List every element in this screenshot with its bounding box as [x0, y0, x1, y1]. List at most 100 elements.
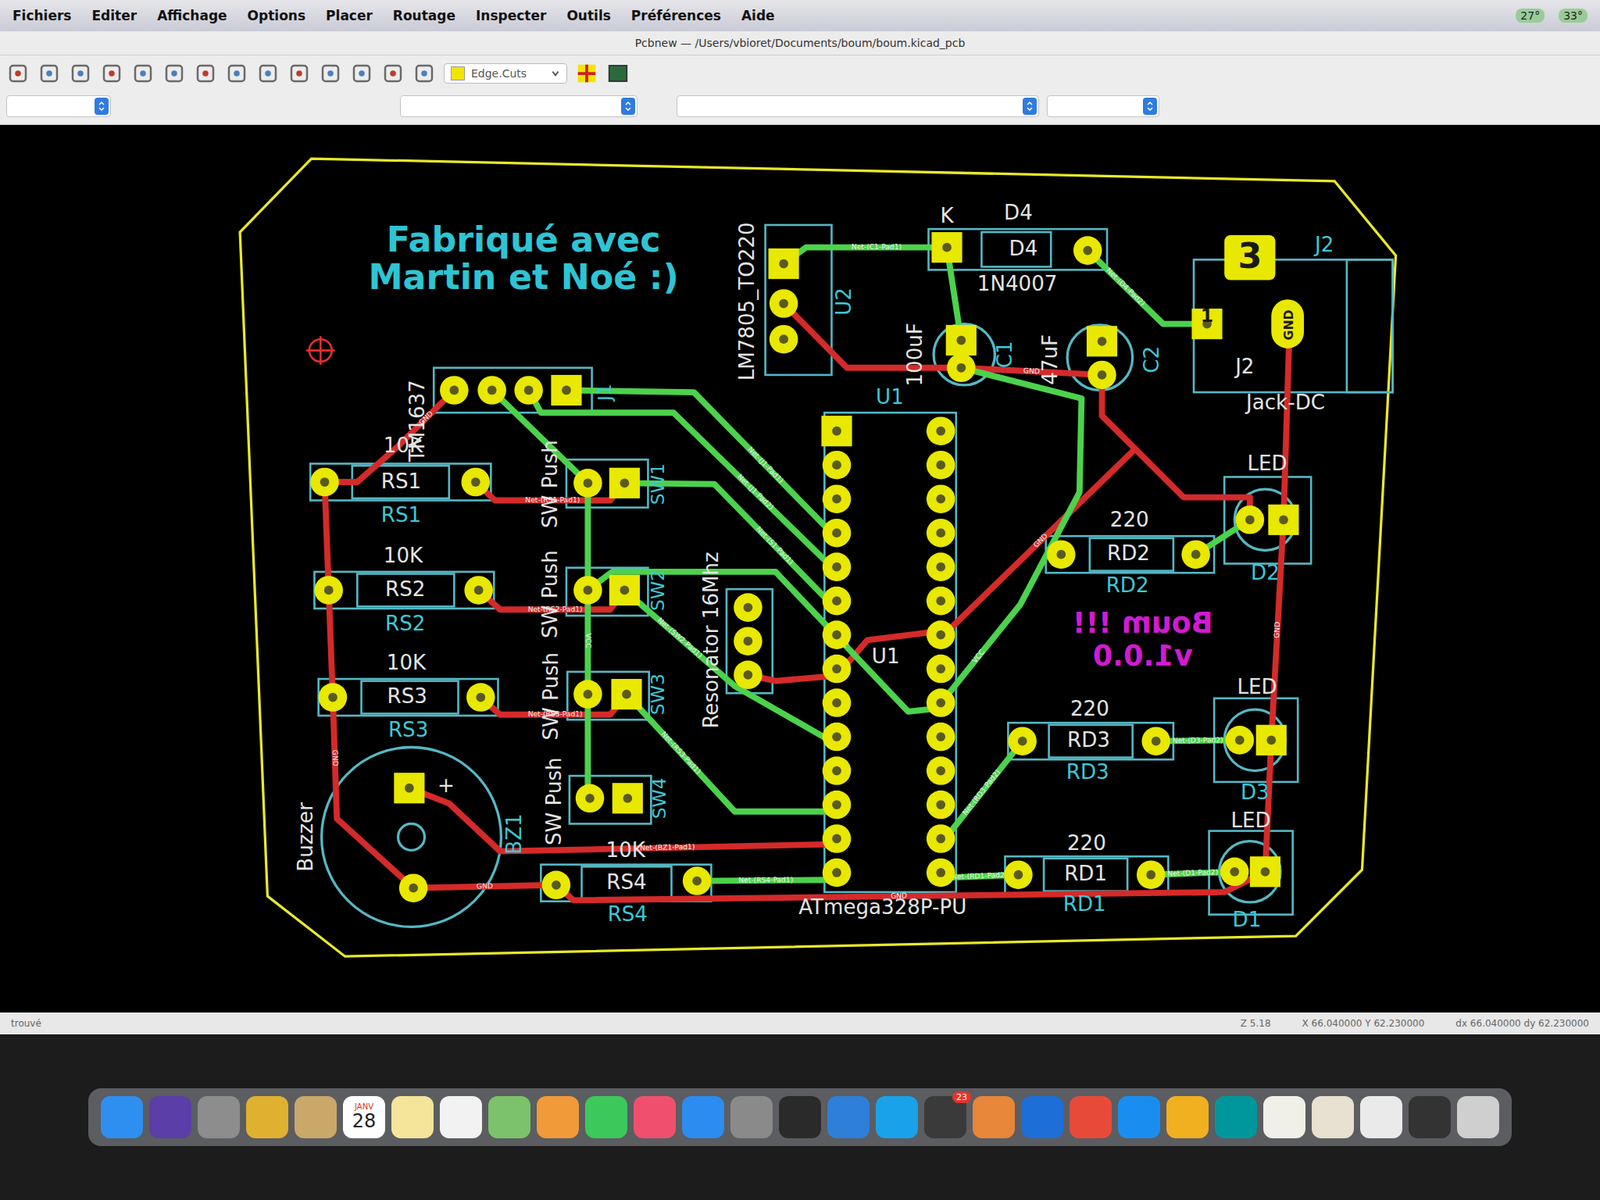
menu-item[interactable]: Options — [247, 7, 306, 24]
dock-item[interactable] — [585, 1096, 628, 1139]
app-icon[interactable] — [585, 1096, 628, 1139]
pad[interactable] — [1046, 539, 1076, 569]
dock-item[interactable] — [439, 1096, 483, 1139]
app-icon[interactable] — [1408, 1096, 1451, 1139]
dock-item[interactable] — [972, 1096, 1015, 1139]
silk-label[interactable]: SW1 — [646, 463, 669, 505]
app-icon[interactable] — [1457, 1096, 1500, 1139]
component-outline[interactable] — [318, 678, 499, 716]
zoom-fit-icon[interactable] — [287, 61, 311, 86]
app-icon[interactable] — [1117, 1096, 1161, 1139]
component-pads[interactable] — [318, 682, 496, 712]
silk-label[interactable]: RD2 — [1107, 541, 1150, 565]
pad[interactable] — [1256, 725, 1287, 756]
pad[interactable] — [464, 575, 493, 605]
silk-label[interactable]: LED — [1236, 675, 1277, 699]
component-pads[interactable] — [1003, 860, 1165, 890]
layer-select[interactable]: Edge.Cuts — [443, 63, 568, 84]
status-item[interactable]: 27° — [1515, 8, 1545, 23]
pad[interactable] — [822, 722, 852, 752]
silk-label[interactable]: SW Push — [539, 652, 563, 741]
silk-label[interactable]: SW4 — [648, 777, 671, 819]
app-icon[interactable] — [1360, 1096, 1403, 1139]
component-pads[interactable] — [1086, 325, 1118, 390]
track[interactable]: Net-(SW2-Pad1) — [624, 589, 835, 743]
pad[interactable] — [926, 824, 956, 854]
pad[interactable] — [1267, 504, 1299, 536]
component-pads[interactable] — [1007, 726, 1171, 756]
pad[interactable] — [926, 722, 956, 752]
app-icon[interactable] — [294, 1096, 337, 1139]
component-outline[interactable] — [1224, 476, 1311, 564]
redraw-icon[interactable] — [193, 61, 218, 86]
dock-item[interactable]: 23 — [924, 1096, 967, 1139]
silk-label[interactable]: SW3 — [646, 673, 669, 715]
silk-label[interactable]: 3 — [1237, 235, 1262, 276]
new-board-icon[interactable] — [6, 61, 30, 86]
component-outline[interactable] — [1046, 535, 1215, 573]
pad[interactable] — [926, 654, 956, 684]
option-select[interactable] — [1046, 95, 1160, 118]
pad[interactable] — [931, 232, 962, 263]
dock-item[interactable] — [875, 1096, 918, 1139]
silk-label[interactable]: 10K — [383, 543, 424, 568]
track[interactable]: Net-(D4-Pad2) — [1087, 250, 1208, 325]
dock-item[interactable] — [1069, 1096, 1112, 1139]
pad[interactable] — [1073, 235, 1103, 265]
silk-label[interactable]: 1N4007 — [977, 272, 1058, 297]
silk-label[interactable]: Buzzer — [293, 802, 318, 872]
zoom-area-icon[interactable] — [318, 61, 343, 86]
pad[interactable] — [318, 682, 348, 712]
silk-label[interactable]: D4 — [1009, 236, 1039, 261]
component-pads[interactable] — [931, 232, 1102, 265]
dock-item[interactable] — [1311, 1096, 1354, 1139]
silk-label[interactable]: 220 — [1110, 507, 1150, 532]
app-icon[interactable] — [439, 1096, 483, 1139]
app-icon[interactable] — [1263, 1096, 1306, 1139]
silk-label[interactable]: RD2 — [1106, 573, 1150, 597]
component-outline[interactable] — [310, 464, 491, 501]
dock-item[interactable] — [149, 1096, 192, 1139]
pad[interactable] — [399, 873, 429, 903]
silk-label[interactable]: RS2 — [385, 577, 425, 601]
silk-label[interactable]: LM7805_TO220 — [735, 221, 759, 381]
app-icon[interactable] — [1166, 1096, 1209, 1139]
silk-label[interactable]: 220 — [1070, 696, 1110, 721]
track[interactable] — [1102, 375, 1250, 520]
silk-label[interactable]: RS3 — [387, 684, 428, 708]
app-icon[interactable] — [246, 1096, 289, 1139]
silk-label[interactable]: K — [939, 203, 954, 228]
pad[interactable] — [769, 325, 799, 354]
silk-label[interactable]: 47uF — [1038, 334, 1062, 386]
pad[interactable] — [926, 518, 956, 548]
track-line[interactable] — [1087, 250, 1208, 325]
component-pads[interactable] — [1191, 235, 1304, 349]
track-line[interactable] — [492, 389, 589, 798]
pad[interactable] — [1003, 860, 1033, 890]
silk-label[interactable]: 100uF — [903, 322, 927, 386]
component-pads[interactable] — [310, 467, 490, 497]
pad[interactable] — [1086, 325, 1118, 357]
silk-label[interactable]: RD1 — [1064, 861, 1108, 886]
pad[interactable] — [466, 682, 496, 712]
component-outline[interactable] — [314, 571, 494, 609]
track-line[interactable] — [936, 367, 1082, 709]
pad[interactable] — [1250, 856, 1281, 887]
pad[interactable] — [514, 375, 543, 405]
layer-pair-icon[interactable] — [575, 61, 599, 86]
app-icon[interactable] — [488, 1096, 531, 1139]
board-text[interactable]: v1.0.0 — [1092, 639, 1193, 673]
silk-label[interactable]: 220 — [1067, 831, 1107, 855]
silk-label[interactable]: SW Push — [538, 439, 562, 529]
track[interactable]: Net-(RD3-Pad2) — [940, 741, 1022, 845]
pad[interactable] — [733, 660, 763, 690]
pad[interactable] — [573, 575, 603, 605]
track[interactable]: GND — [325, 389, 455, 483]
redo-icon[interactable] — [100, 61, 124, 86]
silk-label[interactable]: J2 — [1313, 232, 1334, 257]
app-icon[interactable] — [778, 1096, 822, 1139]
pad[interactable] — [822, 824, 852, 854]
silk-label[interactable]: LED — [1231, 808, 1272, 833]
calendar-icon[interactable]: JANV28 — [342, 1096, 386, 1139]
component-pads[interactable] — [542, 866, 712, 900]
